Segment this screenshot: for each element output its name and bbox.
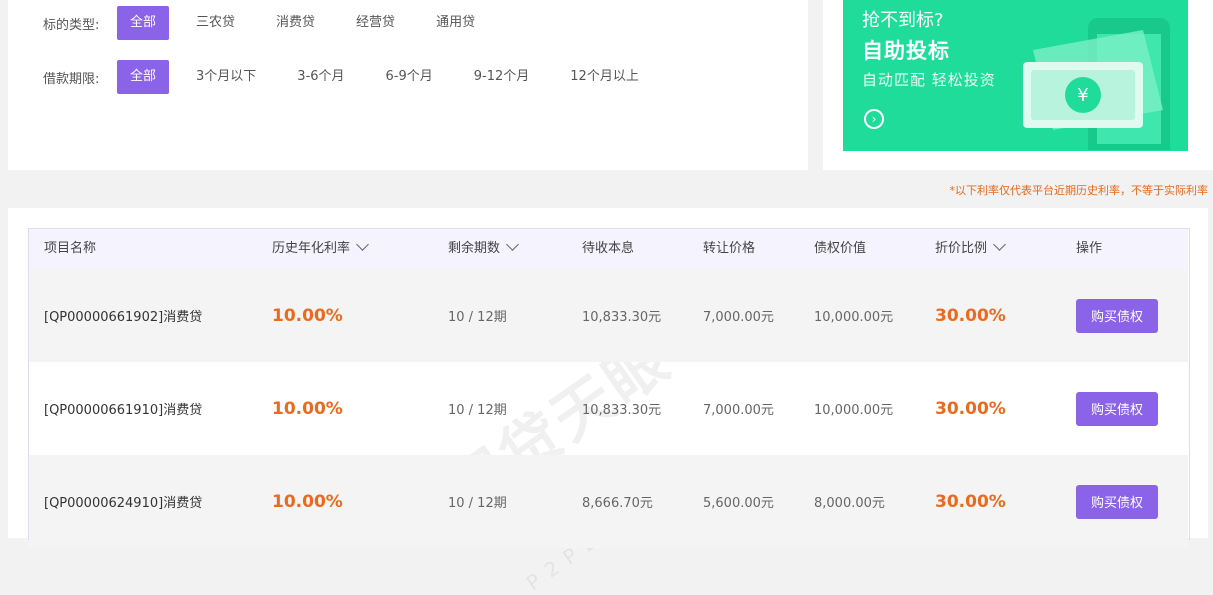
buy-cell: 购买债权	[1076, 362, 1158, 455]
header-discount[interactable]: 折价比例	[935, 229, 1006, 269]
row-periods: 10 / 12期	[448, 496, 507, 511]
table-header: 项目名称 历史年化利率 剩余期数 待收本息 转让价格 债权价值 折价比例 操作	[29, 229, 1188, 269]
term-option-under-3[interactable]: 3个月以下	[182, 60, 270, 94]
banner-title: 自助投标	[862, 39, 950, 63]
row-rate: 10.00%	[272, 305, 343, 326]
row-discount: 30.00%	[935, 305, 1006, 326]
filter-label-type: 标的类型:	[43, 17, 100, 33]
row-name[interactable]: [QP00000624910]消费贷	[44, 455, 202, 548]
row-value: 8,000.00元	[814, 496, 885, 511]
row-name[interactable]: [QP00000661902]消费贷	[44, 269, 202, 362]
header-periods[interactable]: 剩余期数	[448, 229, 519, 269]
row-principal: 8,666.70元	[582, 496, 653, 511]
auto-invest-banner[interactable]: 抢不到标? 自助投标 自动匹配 轻松投资 › ¥	[843, 0, 1188, 151]
transfer-table: 项目名称 历史年化利率 剩余期数 待收本息 转让价格 债权价值 折价比例 操作 …	[28, 228, 1190, 548]
filter-row-type: 标的类型: 全部 三农贷 消费贷 经营贷 通用贷	[8, 6, 502, 40]
filter-panel: 标的类型: 全部 三农贷 消费贷 经营贷 通用贷 借款期限: 全部 3个月以下 …	[8, 0, 808, 170]
buy-claim-button[interactable]: 购买债权	[1076, 484, 1158, 519]
header-value: 债权价值	[814, 241, 867, 256]
row-price: 7,000.00元	[703, 403, 774, 418]
row-periods: 10 / 12期	[448, 310, 507, 325]
row-periods: 10 / 12期	[448, 403, 507, 418]
row-principal: 10,833.30元	[582, 310, 662, 325]
rate-disclaimer: *以下利率仅代表平台近期历史利率，不等于实际利率	[949, 184, 1209, 197]
type-option-all[interactable]: 全部	[117, 6, 170, 40]
header-price: 转让价格	[703, 241, 756, 256]
term-option-6-9[interactable]: 6-9个月	[372, 60, 447, 94]
banner-panel: 抢不到标? 自助投标 自动匹配 轻松投资 › ¥	[823, 0, 1213, 170]
row-principal: 10,833.30元	[582, 403, 662, 418]
row-discount: 30.00%	[935, 491, 1006, 512]
row-value: 10,000.00元	[814, 403, 894, 418]
row-rate: 10.00%	[272, 398, 343, 419]
header-name: 项目名称	[44, 241, 97, 256]
money-phone-icon: ¥	[1023, 18, 1170, 150]
buy-claim-button[interactable]: 购买债权	[1076, 298, 1158, 333]
yuan-symbol: ¥	[1077, 85, 1088, 106]
type-option-general[interactable]: 通用贷	[422, 6, 489, 40]
term-option-3-6[interactable]: 3-6个月	[283, 60, 358, 94]
row-price: 7,000.00元	[703, 310, 774, 325]
row-price: 5,600.00元	[703, 496, 774, 511]
header-action: 操作	[1076, 241, 1103, 256]
table-row: [QP00000661910]消费贷 10.00% 10 / 12期 10,83…	[29, 362, 1188, 455]
arrow-right-icon[interactable]: ›	[864, 109, 884, 129]
table-row: [QP00000624910]消费贷 10.00% 10 / 12期 8,666…	[29, 455, 1188, 548]
buy-cell: 购买债权	[1076, 455, 1158, 548]
buy-cell: 购买债权	[1076, 269, 1158, 362]
row-value: 10,000.00元	[814, 310, 894, 325]
type-option-agri[interactable]: 三农贷	[182, 6, 249, 40]
banner-line1: 抢不到标?	[862, 10, 944, 31]
term-option-9-12[interactable]: 9-12个月	[460, 60, 544, 94]
list-panel: 网贷天眼 P2PEYE.COM 项目名称 历史年化利率 剩余期数 待收本息 转让…	[8, 208, 1208, 595]
row-discount: 30.00%	[935, 398, 1006, 419]
buy-claim-button[interactable]: 购买债权	[1076, 391, 1158, 426]
header-rate[interactable]: 历史年化利率	[272, 229, 369, 269]
row-name[interactable]: [QP00000661910]消费贷	[44, 362, 202, 455]
chevron-down-icon	[506, 238, 519, 251]
banner-subtitle: 自动匹配 轻松投资	[862, 71, 996, 89]
type-option-business[interactable]: 经营贷	[342, 6, 409, 40]
term-option-over-12[interactable]: 12个月以上	[556, 60, 653, 94]
chevron-down-icon	[993, 238, 1006, 251]
table-row: [QP00000661902]消费贷 10.00% 10 / 12期 10,83…	[29, 269, 1188, 362]
chevron-down-icon	[356, 238, 369, 251]
header-principal: 待收本息	[582, 241, 635, 256]
type-option-consumer[interactable]: 消费贷	[262, 6, 329, 40]
filter-row-term: 借款期限: 全部 3个月以下 3-6个月 6-9个月 9-12个月 12个月以上	[8, 60, 666, 94]
row-rate: 10.00%	[272, 491, 343, 512]
term-option-all[interactable]: 全部	[117, 60, 170, 94]
filter-label-term: 借款期限:	[43, 71, 100, 87]
